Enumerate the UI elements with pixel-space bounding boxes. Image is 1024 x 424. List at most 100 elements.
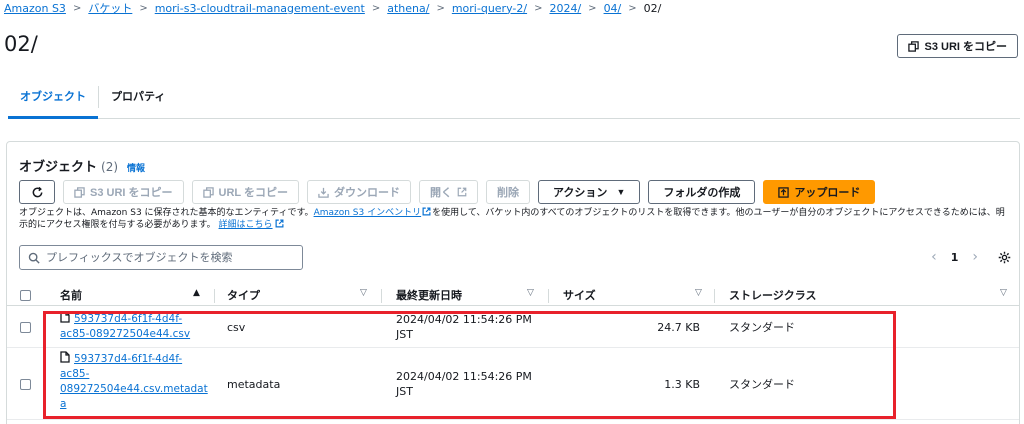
delete-button[interactable]: 削除 xyxy=(485,180,530,204)
column-header-size[interactable]: サイズ xyxy=(563,284,596,306)
objects-table: 名前 ▲ タイプ ▽ 最終更新日時 ▽ サイズ ▽ ストレージクラス ▽ 593… xyxy=(7,284,1019,420)
object-modified: 2024/04/02 11:54:26 PM JST xyxy=(396,312,532,342)
column-header-name[interactable]: 名前 xyxy=(60,284,82,306)
breadcrumb-mori-query[interactable]: mori-query-2/ xyxy=(452,2,527,15)
table-row[interactable]: 593737d4-6f1f-4d4f-ac85-089272504e44.csv… xyxy=(7,306,1019,348)
inventory-link[interactable]: Amazon S3 インベントリ xyxy=(314,208,422,218)
object-modified-tz: JST xyxy=(396,385,413,398)
next-page-icon[interactable]: › xyxy=(972,249,978,265)
object-name-line: 089272504e44.csv.metadat xyxy=(60,383,208,395)
object-link[interactable]: 593737d4-6f1f-4d4f-ac85- 089272504e44.csv… xyxy=(60,351,210,412)
row-select-cell xyxy=(20,348,31,420)
copy-s3-uri-toolbar-button[interactable]: S3 URI をコピー xyxy=(63,180,184,204)
copy-icon xyxy=(202,186,214,198)
object-link[interactable]: 593737d4-6f1f-4d4f-ac85-089272504e44.csv xyxy=(60,311,210,342)
object-modified: 2024/04/02 11:54:26 PM JST xyxy=(396,369,532,399)
caret-down-icon: ▼ xyxy=(616,187,626,197)
breadcrumb-04[interactable]: 04/ xyxy=(604,2,622,15)
tab-objects[interactable]: オブジェクト xyxy=(8,84,98,119)
download-icon xyxy=(318,187,329,198)
sort-icon[interactable]: ▽ xyxy=(527,288,534,298)
upload-button[interactable]: アップロード xyxy=(763,180,876,204)
breadcrumb-bucket[interactable]: mori-s3-cloudtrail-management-event xyxy=(155,2,365,15)
objects-toolbar: S3 URI をコピー URL をコピー ダウンロード 開く 削除 アクション … xyxy=(19,180,876,204)
object-storage-class: スタンダード xyxy=(729,378,795,391)
copy-url-label: URL をコピー xyxy=(218,187,288,199)
object-modified-tz: JST xyxy=(396,328,413,341)
actions-dropdown[interactable]: アクション ▼ xyxy=(537,180,641,204)
prev-page-icon[interactable]: ‹ xyxy=(931,249,937,265)
page-title: 02/ xyxy=(4,32,38,56)
breadcrumb-current: 02/ xyxy=(643,1,662,15)
info-link[interactable]: 情報 xyxy=(127,161,145,174)
column-divider xyxy=(548,289,549,303)
object-modified-date: 2024/04/02 11:54:26 PM xyxy=(396,313,532,326)
search-icon xyxy=(28,252,40,264)
object-name-line: 593737d4-6f1f-4d4f- xyxy=(74,313,183,325)
sort-icon[interactable]: ▽ xyxy=(695,288,702,298)
download-button[interactable]: ダウンロード xyxy=(306,180,411,204)
column-divider xyxy=(381,289,382,303)
row-checkbox[interactable] xyxy=(20,378,31,390)
search-input[interactable] xyxy=(46,251,302,264)
object-storage-class: スタンダード xyxy=(729,321,795,334)
page-number[interactable]: 1 xyxy=(951,251,959,264)
object-name-line: a xyxy=(60,398,67,410)
description-text-1: オブジェクトは、Amazon S3 に保存された基本的なエンティティです。 xyxy=(19,208,314,218)
object-modified-date: 2024/04/02 11:54:26 PM xyxy=(396,370,532,383)
chevron-right-icon: > xyxy=(534,2,543,14)
tab-properties[interactable]: プロパティ xyxy=(99,84,177,119)
tab-bar: オブジェクト プロパティ xyxy=(8,84,1020,119)
create-folder-button[interactable]: フォルダの作成 xyxy=(648,180,756,204)
objects-description: オブジェクトは、Amazon S3 に保存された基本的なエンティティです。Ama… xyxy=(19,207,1011,231)
object-name-line: ac85-089272504e44.csv xyxy=(60,328,191,340)
copy-url-button[interactable]: URL をコピー xyxy=(191,180,299,204)
external-link-icon xyxy=(457,187,467,197)
external-link-icon xyxy=(422,207,431,216)
object-name-cell: 593737d4-6f1f-4d4f-ac85- 089272504e44.csv… xyxy=(60,351,210,412)
copy-s3-uri-button[interactable]: S3 URI をコピー xyxy=(897,34,1018,58)
learn-more-link[interactable]: 詳細はこちら xyxy=(219,220,273,230)
column-header-storage-class[interactable]: ストレージクラス xyxy=(729,284,817,306)
object-type: metadata xyxy=(227,377,281,391)
objects-heading-label: オブジェクト xyxy=(19,160,98,175)
breadcrumb: Amazon S3 > バケット > mori-s3-cloudtrail-ma… xyxy=(4,0,661,16)
chevron-right-icon: > xyxy=(371,2,381,14)
create-folder-label: フォルダの作成 xyxy=(663,187,741,199)
row-select-cell xyxy=(20,306,31,348)
search-box xyxy=(19,245,303,270)
upload-label: アップロード xyxy=(794,187,861,199)
external-link-icon xyxy=(275,219,284,228)
row-checkbox[interactable] xyxy=(20,321,31,333)
breadcrumb-amazon-s3[interactable]: Amazon S3 xyxy=(4,2,66,15)
sort-ascending-icon[interactable]: ▲ xyxy=(193,288,200,298)
select-all-checkbox[interactable] xyxy=(20,289,31,301)
file-icon xyxy=(60,311,70,323)
settings-gear-icon[interactable] xyxy=(998,251,1011,264)
table-header: 名前 ▲ タイプ ▽ 最終更新日時 ▽ サイズ ▽ ストレージクラス ▽ xyxy=(7,284,1019,306)
column-header-modified[interactable]: 最終更新日時 xyxy=(396,284,462,306)
chevron-right-icon: > xyxy=(588,2,597,14)
chevron-right-icon: > xyxy=(628,2,637,14)
breadcrumb-buckets[interactable]: バケット xyxy=(88,0,132,16)
table-row[interactable]: 593737d4-6f1f-4d4f-ac85-089272504e44.csv… xyxy=(7,348,1019,420)
select-all-cell xyxy=(20,284,31,306)
object-name-cell: 593737d4-6f1f-4d4f-ac85-089272504e44.csv xyxy=(60,311,210,342)
open-label: 開く xyxy=(429,187,452,199)
actions-label: アクション xyxy=(552,187,608,199)
object-size: 1.3 KB xyxy=(664,377,700,391)
sort-icon[interactable]: ▽ xyxy=(360,288,367,298)
column-divider xyxy=(214,289,215,303)
copy-icon xyxy=(908,40,920,52)
refresh-icon xyxy=(32,186,42,197)
open-button[interactable]: 開く xyxy=(418,180,478,204)
objects-heading: オブジェクト (2) 情報 xyxy=(19,156,145,175)
object-type: csv xyxy=(227,320,246,334)
chevron-right-icon: > xyxy=(139,2,148,14)
breadcrumb-athena[interactable]: athena/ xyxy=(387,2,429,15)
upload-icon xyxy=(778,186,790,198)
column-header-type[interactable]: タイプ xyxy=(227,284,260,306)
breadcrumb-2024[interactable]: 2024/ xyxy=(549,2,581,15)
sort-icon[interactable]: ▽ xyxy=(1000,288,1007,298)
refresh-button[interactable] xyxy=(19,180,55,204)
